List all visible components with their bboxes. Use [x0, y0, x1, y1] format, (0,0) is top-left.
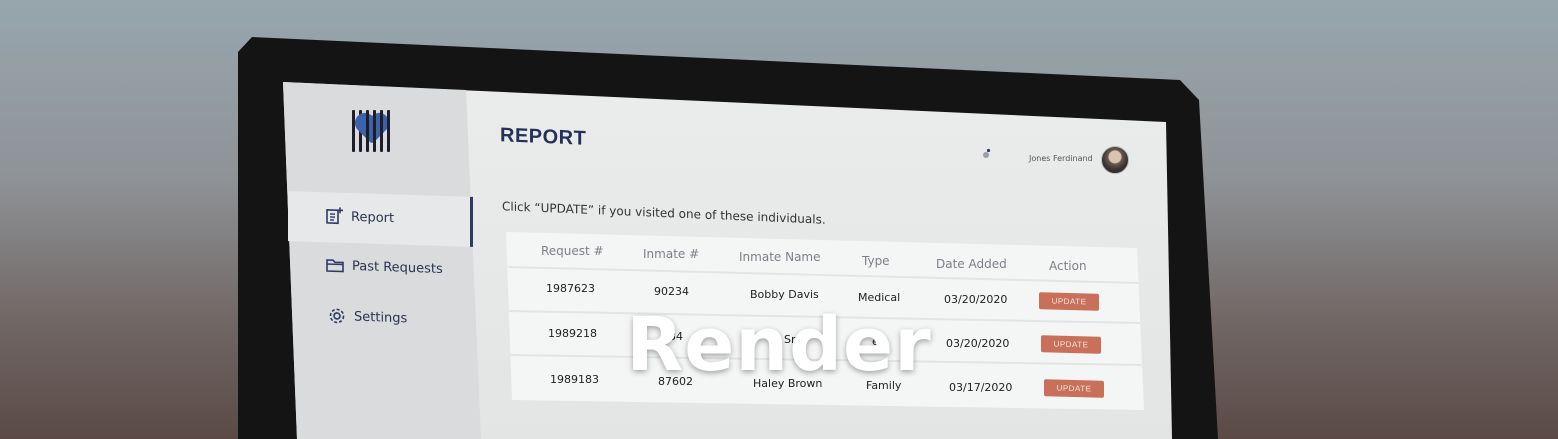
- cell-request: 1987623: [546, 282, 595, 295]
- sidebar-item-label: Report: [351, 209, 395, 226]
- column-header-request: Request #: [541, 244, 604, 258]
- laptop-scene: Report Past Requests Settings REPORT Jon…: [0, 0, 1558, 439]
- cell-inmate-name: Bobby Davis: [750, 288, 819, 301]
- column-header-inmate-name: Inmate Name: [739, 250, 821, 264]
- page-title: REPORT: [500, 124, 587, 150]
- column-header-type: Type: [862, 254, 890, 268]
- app-logo: [350, 108, 400, 154]
- folder-icon: [326, 259, 344, 273]
- column-header-date-added: Date Added: [936, 257, 1007, 271]
- notification-icon[interactable]: [980, 148, 992, 160]
- user-name: Jones Ferdinand: [1029, 154, 1093, 163]
- column-header-action: Action: [1049, 259, 1087, 273]
- avatar[interactable]: [1101, 146, 1129, 174]
- report-icon: [326, 207, 343, 225]
- overlay-title: Render: [626, 302, 932, 388]
- column-header-inmate-number: Inmate #: [643, 247, 700, 261]
- sidebar-item-report[interactable]: Report: [325, 207, 394, 227]
- sidebar-item-label: Past Requests: [352, 258, 443, 277]
- cell-inmate-number: 90234: [654, 285, 689, 298]
